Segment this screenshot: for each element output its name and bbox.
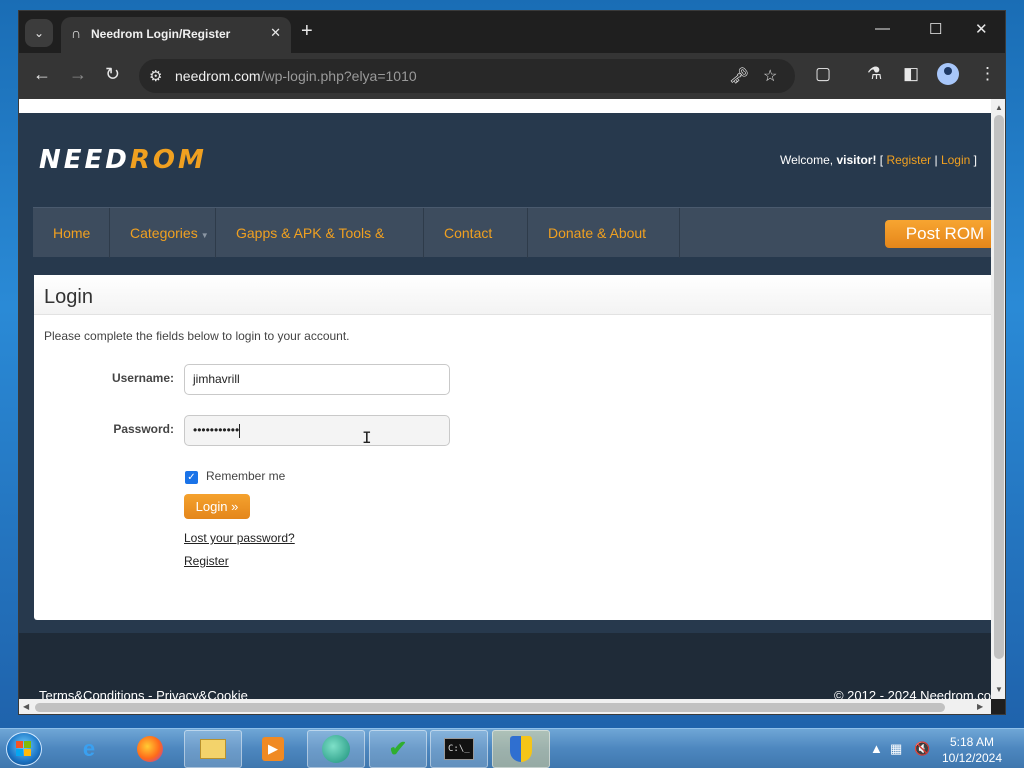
clock-time: 5:18 AM — [949, 735, 995, 749]
login-button[interactable]: Login » — [184, 494, 250, 519]
tab-search-button[interactable]: ⌄ — [25, 19, 53, 47]
post-rom-button[interactable]: Post ROM — [885, 220, 991, 248]
password-masked-value: ••••••••••• — [193, 423, 240, 437]
show-hidden-icons-icon[interactable]: ▲ — [870, 741, 883, 756]
close-window-icon[interactable]: ✕ — [975, 20, 988, 38]
panel-header: Login — [34, 275, 991, 315]
forward-icon[interactable]: → — [69, 64, 87, 85]
reload-icon[interactable]: ↻ — [105, 64, 120, 85]
username-label: Username: — [111, 371, 174, 385]
page-top-strip — [19, 99, 991, 113]
welcome-text: Welcome, visitor! [ Register | Login ] — [779, 153, 977, 167]
site-logo[interactable]: NEEDROM — [39, 145, 207, 175]
scroll-down-icon[interactable]: ▼ — [995, 685, 1003, 694]
tab-title: Needrom Login/Register — [91, 27, 231, 41]
nav-categories[interactable]: Categories ▼ — [110, 208, 216, 258]
scroll-right-icon[interactable]: ▶ — [977, 702, 983, 711]
site-info-icon[interactable]: ⚙ — [149, 67, 162, 85]
needrom-icon: ∩ — [71, 25, 82, 41]
new-tab-button[interactable]: + — [301, 20, 313, 43]
lost-password-link[interactable]: Lost your password? — [184, 531, 295, 545]
browser-icon[interactable] — [307, 730, 365, 768]
remember-me-checkbox[interactable]: ✓ — [185, 471, 198, 484]
footer-links: Terms&Conditions - Privacy&Cookie — [39, 688, 248, 699]
text-caret — [239, 423, 241, 438]
taskbar: e ▶ ✔ C:\_ ▲ ▦ 🔇 5:18 AM 10/12/2024 — [0, 728, 1024, 768]
close-icon[interactable]: ✕ — [270, 25, 281, 41]
start-button[interactable] — [6, 732, 42, 766]
main-nav: Home Categories▼ Gapps & APK & Tools & T… — [33, 207, 991, 291]
menu-dots-icon[interactable]: ⋮ — [979, 64, 996, 84]
login-instructions: Please complete the fields below to logi… — [44, 329, 350, 343]
bookmark-star-icon[interactable]: ☆ — [763, 66, 777, 86]
back-icon[interactable]: ← — [33, 64, 51, 85]
password-label: Password: — [113, 422, 174, 436]
header-login-link[interactable]: Login — [941, 153, 970, 167]
firefox-icon[interactable] — [121, 730, 179, 768]
command-prompt-icon[interactable]: C:\_ — [430, 730, 488, 768]
extensions-icon[interactable]: ▢ — [815, 64, 831, 84]
media-player-icon[interactable]: ▶ — [244, 730, 302, 768]
copyright-text: © 2012 - 2024 Needrom.co — [833, 688, 991, 699]
horizontal-scrollbar[interactable]: ◀ ▶ — [19, 699, 991, 714]
register-link[interactable]: Register — [184, 554, 229, 568]
url-text[interactable]: needrom.com/wp-login.php?elya=1010 — [175, 68, 417, 84]
vertical-scroll-thumb[interactable] — [994, 115, 1004, 659]
nav-home[interactable]: Home — [33, 208, 110, 258]
privacy-link[interactable]: Privacy&Cookie — [156, 688, 248, 699]
scroll-left-icon[interactable]: ◀ — [23, 702, 29, 711]
minimize-icon[interactable]: — — [875, 20, 890, 37]
remember-me-label[interactable]: Remember me — [206, 469, 285, 483]
security-shield-icon[interactable] — [492, 730, 550, 768]
side-panel-icon[interactable]: ◧ — [903, 64, 919, 84]
nav-contact[interactable]: Contact us — [424, 208, 528, 291]
username-input[interactable]: jimhavrill — [184, 364, 450, 395]
site-header: NEEDROM Welcome, visitor! [ Register | L… — [19, 113, 991, 633]
horizontal-scroll-thumb[interactable] — [35, 703, 945, 712]
address-bar[interactable]: ⚙ needrom.com/wp-login.php?elya=1010 🗝 ☆ — [139, 59, 795, 93]
maximize-icon[interactable]: ☐ — [929, 20, 942, 38]
vertical-scrollbar[interactable]: ▲ ▼ — [991, 99, 1005, 699]
profile-avatar-icon[interactable] — [937, 63, 959, 85]
chevron-down-icon: ⌄ — [33, 26, 45, 40]
browser-toolbar: ← → ↻ ⚙ needrom.com/wp-login.php?elya=10… — [19, 53, 1005, 99]
password-key-icon[interactable]: 🗝 — [729, 66, 749, 86]
page-title: Login — [44, 286, 93, 308]
network-icon[interactable]: ▦ — [890, 741, 902, 757]
windows-logo-icon — [16, 741, 32, 757]
internet-explorer-icon[interactable]: e — [60, 730, 118, 768]
login-panel: Login Please complete the fields below t… — [34, 275, 991, 620]
clock-date: 10/12/2024 — [941, 751, 1003, 765]
caret-down-icon: ▼ — [200, 231, 209, 240]
tab-strip: ⌄ ∩ Needrom Login/Register ✕ + — ☐ ✕ — [19, 11, 1005, 53]
labs-flask-icon[interactable]: ⚗ — [867, 64, 882, 84]
volume-muted-icon[interactable]: 🔇 — [914, 741, 930, 757]
system-clock[interactable]: 5:18 AM 10/12/2024 — [936, 734, 1008, 766]
ibeam-cursor-icon: I — [362, 428, 372, 447]
password-input[interactable]: ••••••••••• — [184, 415, 450, 446]
task-checklist-icon[interactable]: ✔ — [369, 730, 427, 768]
file-explorer-icon[interactable] — [184, 730, 242, 768]
terms-link[interactable]: Terms&Conditions — [39, 688, 145, 699]
scroll-up-icon[interactable]: ▲ — [995, 103, 1003, 112]
page-viewport: NEEDROM Welcome, visitor! [ Register | L… — [19, 99, 991, 699]
nav-donate-about[interactable]: Donate & About us — [528, 208, 680, 291]
nav-gapps-tools[interactable]: Gapps & APK & Tools & Tuto — [216, 208, 424, 291]
header-register-link[interactable]: Register — [886, 153, 931, 167]
browser-tab[interactable]: ∩ Needrom Login/Register ✕ — [61, 17, 291, 53]
browser-window: ⌄ ∩ Needrom Login/Register ✕ + — ☐ ✕ ← →… — [18, 10, 1006, 715]
